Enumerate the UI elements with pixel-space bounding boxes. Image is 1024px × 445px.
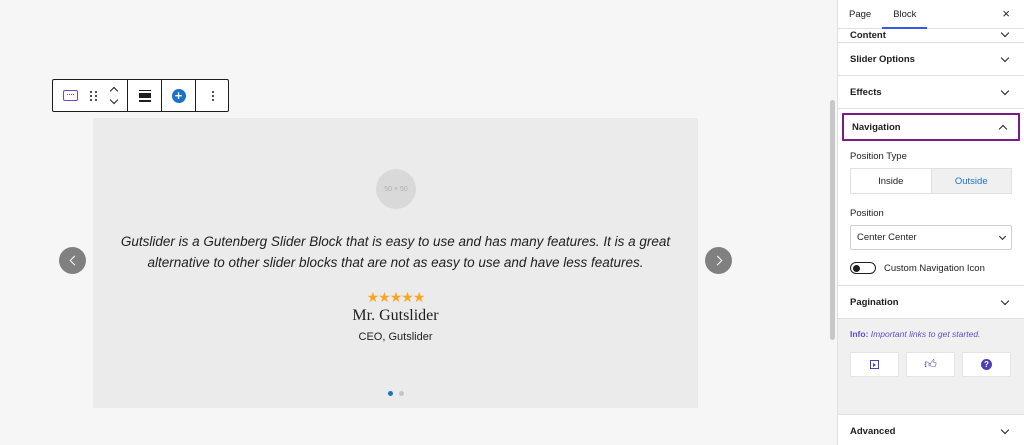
chevron-down-icon: [998, 232, 1007, 240]
testimonial-role: CEO, Gutslider: [358, 331, 433, 343]
chevron-left-icon: [69, 255, 79, 266]
panel-effects-title: Effects: [850, 86, 882, 98]
chevron-down-icon: [1000, 28, 1010, 38]
close-icon[interactable]: ×: [1002, 7, 1010, 21]
rating-stars: ★★★★★: [366, 289, 426, 305]
help-button[interactable]: ?: [962, 352, 1011, 377]
drag-handle-icon: [90, 90, 98, 101]
custom-navigation-icon-row: Custom Navigation Icon: [850, 262, 1012, 274]
tab-block[interactable]: Block: [882, 0, 927, 29]
chevron-down-icon: [1000, 53, 1010, 62]
pagination-dot-1[interactable]: [387, 391, 393, 396]
avatar: 50 × 50: [376, 169, 416, 209]
chevron-down-icon: [1000, 296, 1010, 305]
toolbar-group-align: [128, 80, 162, 111]
chevron-down-icon: [1000, 86, 1010, 95]
help-icon: ?: [981, 359, 992, 370]
settings-sidebar: Page Block × Content Slider Options Effe…: [837, 0, 1024, 445]
panel-pagination-title: Pagination: [850, 296, 899, 308]
move-buttons[interactable]: [101, 80, 127, 111]
position-select[interactable]: Center Center: [850, 225, 1012, 250]
toolbar-group-add: +: [162, 80, 196, 111]
chevron-up-icon: [998, 124, 1008, 133]
block-type-button[interactable]: [53, 80, 87, 111]
drag-handle[interactable]: [87, 80, 101, 111]
sidebar-tabs: Page Block ×: [838, 0, 1024, 29]
support-button[interactable]: 👍︎: [906, 352, 955, 377]
move-down-icon[interactable]: [109, 95, 119, 105]
block-toolbar: +: [52, 79, 229, 112]
position-type-inside[interactable]: Inside: [851, 169, 931, 193]
chevron-right-icon: [712, 255, 722, 266]
info-message: Important links to get started.: [870, 329, 981, 339]
video-icon: [870, 360, 879, 369]
panel-slider-options[interactable]: Slider Options: [838, 43, 1024, 76]
panel-navigation-title: Navigation: [852, 121, 901, 133]
panel-navigation[interactable]: Navigation: [842, 113, 1020, 141]
align-icon: [138, 89, 151, 102]
panel-content-title: Content: [850, 30, 886, 41]
info-links: 👍︎ ?: [850, 352, 1012, 377]
toolbar-group-more: [196, 80, 229, 111]
move-up-down-icon: [109, 86, 119, 105]
panel-advanced-title: Advanced: [850, 425, 896, 437]
move-up-icon[interactable]: [109, 86, 119, 96]
custom-navigation-icon-label: Custom Navigation Icon: [884, 262, 985, 274]
canvas-scrollbar[interactable]: [828, 0, 837, 445]
panel-content[interactable]: Content: [838, 28, 1024, 43]
testimonial-quote: Gutslider is a Gutenberg Slider Block th…: [120, 234, 671, 270]
chevron-down-icon: [1000, 425, 1010, 434]
editor-canvas: + 50 × 50 Gutslider is a Gutenberg Slide…: [0, 0, 828, 445]
thumbs-up-icon: 👍︎: [924, 357, 937, 371]
info-text: Info: Important links to get started.: [850, 329, 1012, 339]
more-options-icon: [211, 90, 214, 101]
toolbar-group-block: [53, 80, 128, 111]
avatar-placeholder-text: 50 × 50: [384, 185, 408, 193]
position-select-value: Center Center: [857, 232, 917, 243]
position-type-label: Position Type: [850, 151, 907, 162]
info-label: Info:: [850, 329, 869, 339]
more-options-button[interactable]: [196, 80, 229, 111]
add-slide-button[interactable]: +: [162, 80, 195, 111]
position-type-outside[interactable]: Outside: [930, 169, 1011, 193]
panel-pagination[interactable]: Pagination: [838, 286, 1024, 319]
plus-circle-icon: +: [171, 88, 186, 103]
panel-advanced[interactable]: Advanced: [838, 414, 1024, 445]
tab-page[interactable]: Page: [838, 0, 882, 29]
info-box: Info: Important links to get started. 👍︎…: [838, 319, 1024, 414]
slider-prev-button[interactable]: [59, 247, 86, 274]
align-button[interactable]: [128, 80, 161, 111]
panel-effects[interactable]: Effects: [838, 76, 1024, 109]
position-label: Position: [850, 208, 884, 219]
video-tutorial-button[interactable]: [850, 352, 899, 377]
panel-slider-options-title: Slider Options: [850, 53, 915, 65]
navigation-settings: Position Type Inside Outside Position Ce…: [838, 151, 1024, 274]
scrollbar-thumb[interactable]: [830, 100, 835, 340]
position-type-toggle: Inside Outside: [850, 168, 1012, 194]
testimonial-name: Mr. Gutslider: [352, 307, 439, 324]
pagination-dot-2[interactable]: [398, 391, 404, 396]
custom-navigation-icon-toggle[interactable]: [850, 262, 876, 274]
slider-next-button[interactable]: [705, 247, 732, 274]
slider-block-icon: [62, 90, 78, 101]
pagination-dots: [93, 391, 698, 396]
testimonial-slide[interactable]: 50 × 50 Gutslider is a Gutenberg Slider …: [93, 118, 698, 408]
